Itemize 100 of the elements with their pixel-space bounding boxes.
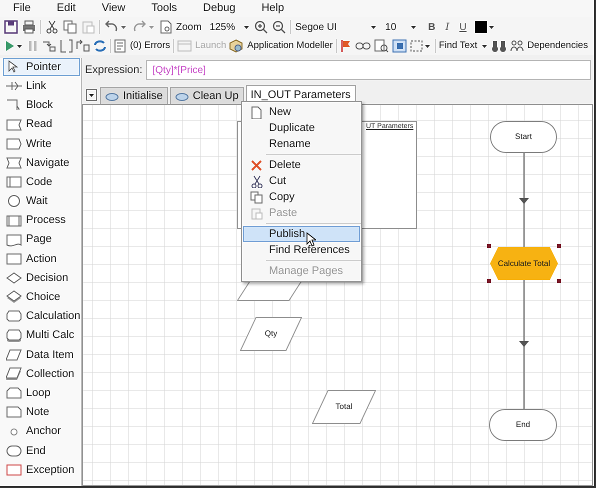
- palette-item[interactable]: Data Item: [3, 346, 80, 364]
- context-menu-item[interactable]: Publish: [243, 226, 360, 242]
- step-into-icon[interactable]: [42, 39, 56, 53]
- data-item-icon: [6, 348, 22, 362]
- grid-view-icon[interactable]: [392, 39, 407, 53]
- bold-button[interactable]: B: [425, 20, 438, 34]
- underline-button[interactable]: U: [456, 20, 470, 34]
- context-menu-item[interactable]: Duplicate: [243, 120, 360, 136]
- note-icon: [6, 405, 22, 420]
- palette-item[interactable]: Block: [3, 96, 80, 114]
- palette-item[interactable]: Anchor: [3, 422, 80, 441]
- play-icon[interactable]: [4, 39, 24, 53]
- selection-handle[interactable]: [557, 279, 561, 283]
- application-modeller-button[interactable]: Application Modeller: [229, 38, 333, 54]
- write-icon: [6, 136, 22, 151]
- palette-item[interactable]: Pointer: [3, 58, 80, 76]
- loop-icon: [6, 386, 22, 400]
- collection-icon: [6, 367, 22, 381]
- flag-icon[interactable]: [340, 39, 352, 53]
- palette-item[interactable]: Code: [3, 173, 80, 192]
- selection-handle[interactable]: [487, 279, 491, 283]
- palette-item[interactable]: Read: [3, 116, 80, 134]
- delete-icon: [250, 158, 263, 172]
- cut-icon[interactable]: [45, 20, 59, 34]
- context-menu-item[interactable]: Cut: [243, 173, 360, 189]
- palette-item[interactable]: End: [3, 442, 80, 460]
- palette-item[interactable]: Calculation: [3, 307, 80, 326]
- page-zoom-icon[interactable]: [160, 20, 172, 34]
- terminal-node[interactable]: Start: [490, 121, 557, 153]
- copy-icon[interactable]: [63, 20, 77, 34]
- menu-item[interactable]: Help: [254, 0, 292, 17]
- data-item-node[interactable]: Total: [312, 390, 376, 424]
- caret-icon: [370, 24, 378, 30]
- copy-icon: [250, 190, 263, 204]
- calculation-icon: [6, 309, 22, 324]
- context-menu-item[interactable]: Delete: [243, 157, 360, 173]
- zoom-dropdown[interactable]: 125%: [206, 20, 250, 34]
- expression-field[interactable]: [Qty]*[Price]: [146, 60, 591, 80]
- menu-item[interactable]: View: [94, 0, 132, 17]
- palette-item[interactable]: Write: [3, 134, 80, 153]
- palette-item[interactable]: Wait: [3, 192, 80, 210]
- wait-icon: [6, 194, 22, 208]
- navigate-icon: [6, 156, 22, 170]
- selection-handle[interactable]: [557, 244, 561, 248]
- palette-item[interactable]: Loop: [3, 384, 80, 402]
- menu-item[interactable]: Tools: [144, 0, 184, 17]
- palette-item[interactable]: Collection: [3, 365, 80, 383]
- font-size-dropdown[interactable]: 10: [385, 20, 422, 34]
- context-menu-item[interactable]: Rename: [243, 136, 360, 152]
- dependencies-button[interactable]: Dependencies: [510, 38, 588, 54]
- palette-item[interactable]: Exception: [3, 460, 80, 479]
- search-document-icon[interactable]: [374, 39, 389, 53]
- menu-item[interactable]: File: [6, 0, 38, 17]
- window-icon: [177, 39, 192, 53]
- exception-icon: [6, 462, 22, 477]
- terminal-node[interactable]: End: [489, 409, 557, 441]
- undo-icon[interactable]: [104, 20, 128, 34]
- caret-icon: [410, 24, 418, 30]
- context-menu-item[interactable]: Find References: [243, 242, 360, 258]
- caret-icon: [243, 24, 250, 30]
- page-icon: [6, 232, 22, 247]
- selection-icon[interactable]: [410, 39, 432, 53]
- action-icon: [6, 252, 22, 266]
- menu-item[interactable]: Edit: [50, 0, 83, 17]
- menu-item[interactable]: Debug: [196, 0, 242, 17]
- zoom-label: Zoom: [176, 20, 202, 34]
- selection-handle[interactable]: [487, 244, 491, 248]
- palette-item[interactable]: Page: [3, 230, 80, 249]
- palette-item[interactable]: Link: [3, 77, 80, 96]
- cut-icon: [250, 174, 263, 188]
- color-picker-icon[interactable]: [474, 20, 496, 34]
- font-dropdown[interactable]: Segoe UI: [295, 20, 382, 34]
- palette-item[interactable]: Choice: [3, 288, 80, 306]
- palette-item[interactable]: Action: [3, 250, 80, 268]
- page-tab[interactable]: Clean Up: [170, 87, 244, 104]
- print-icon[interactable]: [22, 20, 36, 34]
- zoom-out-icon[interactable]: [272, 20, 286, 34]
- choice-icon: [6, 290, 22, 304]
- context-menu-item[interactable]: New: [243, 104, 360, 120]
- context-menu-item[interactable]: Copy: [243, 189, 360, 205]
- end-icon: [6, 444, 22, 458]
- palette-item[interactable]: Note: [3, 403, 80, 422]
- palette-item[interactable]: Multi Calc: [3, 326, 80, 345]
- find-text-dropdown[interactable]: Find Text: [438, 38, 488, 54]
- zoom-in-icon[interactable]: [254, 20, 268, 34]
- save-icon[interactable]: [4, 20, 18, 34]
- palette-item[interactable]: Decision: [3, 269, 80, 288]
- palette-item[interactable]: Navigate: [3, 154, 80, 172]
- palette-item[interactable]: Process: [3, 212, 80, 230]
- code-icon: [6, 175, 22, 190]
- page-tab[interactable]: Initialise: [100, 87, 168, 104]
- mouse-pointer-icon: [306, 232, 316, 247]
- binoculars-icon[interactable]: [491, 39, 508, 53]
- errors-button[interactable]: (0) Errors: [114, 38, 170, 54]
- italic-button[interactable]: I: [442, 20, 452, 34]
- refresh-icon[interactable]: [93, 39, 107, 53]
- data-item-node[interactable]: Qty: [240, 317, 302, 351]
- redo-icon[interactable]: [132, 20, 156, 34]
- step-over-icon[interactable]: [59, 39, 73, 53]
- step-out-icon[interactable]: [76, 39, 90, 53]
